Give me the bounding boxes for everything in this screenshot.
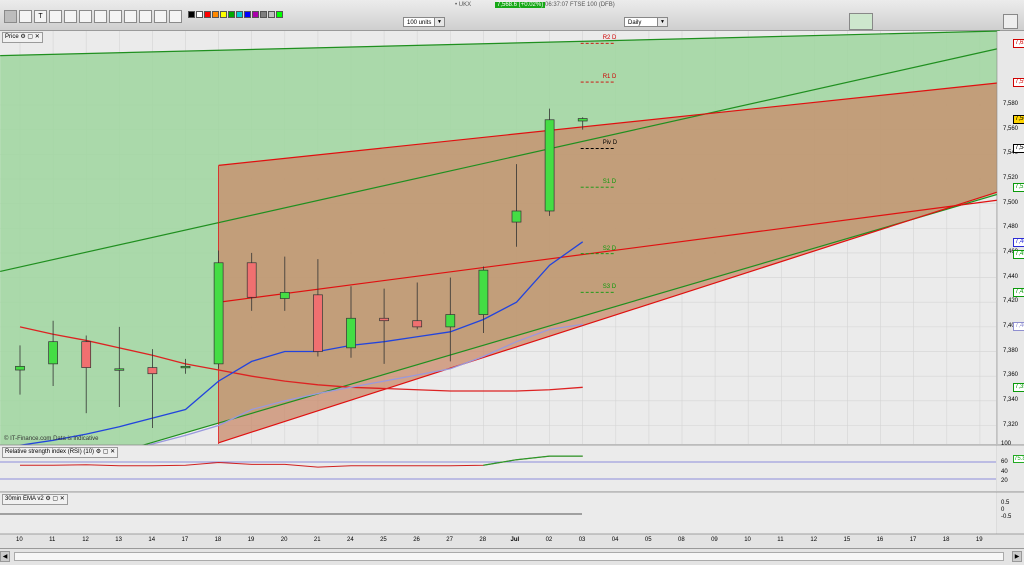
price-tag: 7,513.3 — [1013, 183, 1024, 193]
candle-body — [379, 317, 389, 322]
candle-body — [544, 119, 555, 212]
candle-body — [114, 368, 125, 371]
candle-body — [412, 320, 423, 328]
date-tick: 28 — [479, 537, 487, 543]
price-tag: 7,351.5 — [1013, 382, 1024, 392]
scroll-right-button[interactable]: ▶ — [1012, 551, 1022, 562]
ema-tick: -0.5 — [1001, 514, 1012, 520]
price-tick: 7,380 — [1003, 347, 1019, 354]
ema-panel-title[interactable]: 30min EMA v2 ⚙ ▢ ✕ — [2, 494, 68, 505]
date-tick: 27 — [446, 537, 453, 543]
date-tick: 10 — [744, 537, 751, 543]
price-tag: 7,568.6 — [1013, 115, 1024, 125]
pivot-label: S2 D — [602, 245, 617, 252]
candle-body — [147, 367, 158, 375]
candle-body — [15, 365, 25, 371]
price-tick: 7,440 — [1003, 273, 1019, 280]
price-tick: 7,360 — [1003, 372, 1019, 379]
date-tick: 24 — [347, 537, 354, 543]
date-tick: 04 — [611, 537, 619, 543]
date-tick: 10 — [16, 537, 23, 543]
price-tick: 7,420 — [1003, 298, 1019, 305]
watermark: © IT-Finance.com Data is indicative — [4, 436, 99, 442]
ema-panel-bg — [0, 492, 996, 534]
price-tag: 7,400.5 — [1013, 322, 1024, 332]
pivot-label: R2 D — [602, 35, 617, 42]
candle-body — [48, 341, 58, 365]
date-tick: 16 — [876, 537, 884, 543]
date-tick: 21 — [313, 537, 321, 543]
date-tick: 03 — [578, 537, 586, 543]
candle-body — [180, 365, 191, 369]
date-tick: Jul — [510, 537, 520, 543]
price-tag: 7,459.4 — [1013, 249, 1024, 259]
price-tick: 7,340 — [1003, 396, 1019, 403]
candle-body — [279, 292, 290, 299]
date-tick: 14 — [148, 537, 156, 543]
date-tick: 12 — [82, 537, 89, 543]
rsi-panel-title[interactable]: Relative strength index (RSI) (10) ⚙ ▢ ✕ — [2, 447, 119, 458]
date-tick: 05 — [644, 537, 652, 543]
date-tick: 20 — [280, 537, 288, 543]
price-tag: 7,469.1 — [1013, 237, 1024, 247]
price-chart — [0, 30, 1024, 548]
candle-body — [213, 262, 224, 365]
price-panel-title[interactable]: Price ⚙ ▢ ✕ — [2, 32, 43, 43]
price-tick: 7,560 — [1003, 125, 1019, 132]
price-tick: 7,480 — [1003, 224, 1019, 231]
date-tick: 17 — [909, 537, 917, 543]
rsi-last-value: 75.840 — [1013, 455, 1024, 463]
date-tick: 26 — [413, 537, 420, 543]
candle-body — [445, 314, 456, 328]
candle-body — [577, 118, 588, 122]
date-tick: 25 — [380, 537, 387, 543]
price-tick: 7,580 — [1003, 100, 1019, 107]
date-tick: 18 — [214, 537, 222, 543]
date-tick: 11 — [777, 537, 784, 543]
ema-tick: 0.5 — [1001, 500, 1010, 506]
price-tick: 7,520 — [1003, 174, 1019, 181]
pivot-label: S1 D — [602, 179, 617, 186]
date-tick: 11 — [49, 537, 56, 543]
candle-body — [246, 262, 257, 298]
rsi-tick: 20 — [1001, 477, 1008, 484]
candle-body — [346, 317, 356, 349]
price-title-text: Price — [5, 34, 19, 40]
pivot-label: S3 D — [602, 284, 617, 291]
date-tick: 19 — [247, 537, 255, 543]
pivot-label: Piv D — [602, 140, 618, 147]
price-tag: 7,428.0 — [1013, 288, 1024, 298]
ema-tick: 0 — [1001, 507, 1005, 513]
candle-body — [478, 269, 489, 315]
date-tick: 17 — [181, 537, 189, 543]
candle-body — [511, 210, 522, 223]
date-tick: 19 — [975, 537, 983, 543]
candle-body — [313, 294, 323, 352]
date-tick: 13 — [115, 537, 122, 543]
date-tick: 09 — [711, 537, 718, 543]
scroll-thumb[interactable] — [14, 552, 1004, 561]
candle-body — [81, 341, 92, 368]
rsi-tick: 60 — [1001, 459, 1008, 466]
price-tag: 7,544.7 — [1013, 144, 1024, 154]
rsi-panel-bg — [0, 445, 996, 491]
rsi-tick: 100 — [1001, 441, 1012, 447]
pivot-label: R1 D — [602, 74, 617, 81]
ema-title-text: 30min EMA v2 — [5, 496, 44, 502]
rsi-tick: 40 — [1001, 468, 1008, 475]
scroll-left-button[interactable]: ◀ — [0, 551, 10, 562]
rsi-title-text: Relative strength index (RSI) (10) — [5, 449, 95, 455]
price-tick: 7,320 — [1003, 421, 1019, 428]
horizontal-scrollbar[interactable]: ◀ ▶ — [0, 548, 1024, 565]
date-tick: 08 — [678, 537, 685, 543]
date-tick: 02 — [545, 537, 553, 543]
price-tick: 7,500 — [1003, 199, 1019, 206]
price-tag: 7,630.0 — [1013, 39, 1024, 49]
price-tag: 7,598.6 — [1013, 78, 1024, 88]
date-tick: 15 — [843, 537, 851, 543]
date-tick: 12 — [810, 537, 818, 543]
date-tick: 18 — [942, 537, 950, 543]
